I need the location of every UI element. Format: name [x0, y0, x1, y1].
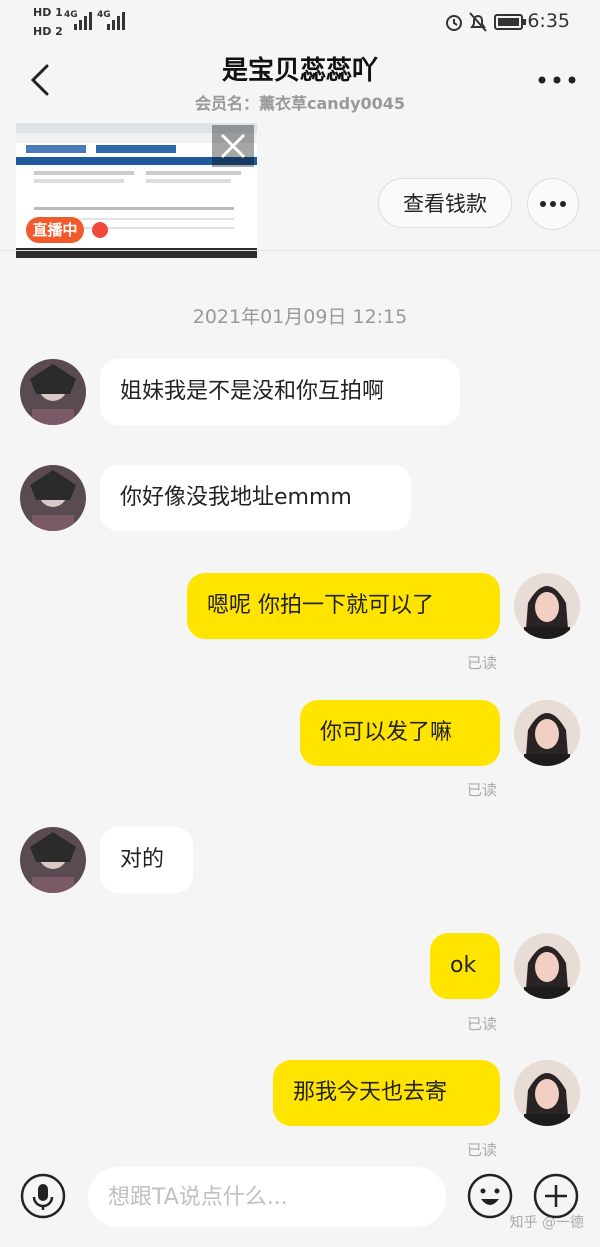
chat-header: 是宝贝蕊蕊吖 会员名：薰衣草candy0045 [0, 46, 600, 116]
watermark: 知乎 @一德 [509, 1215, 584, 1231]
close-preview-icon[interactable] [212, 125, 254, 167]
outgoing-message[interactable]: 嗯呢 你拍一下就可以了 [187, 573, 500, 639]
more-dots-icon [540, 201, 566, 207]
read-status: 已读 [467, 1015, 498, 1033]
input-bar: 知乎 @一德 [0, 1160, 600, 1247]
contact-avatar[interactable] [20, 827, 86, 893]
emoji-icon[interactable] [467, 1173, 513, 1219]
outgoing-message[interactable]: 那我今天也去寄 [273, 1060, 500, 1126]
status-time: 6:35 [527, 10, 570, 32]
divider [0, 250, 600, 251]
signal-icon [74, 12, 92, 30]
live-badge: 直播中 [26, 217, 84, 243]
status-bar: HD 1 HD 2 4G 4G 6:35 [0, 0, 600, 46]
user-avatar[interactable] [514, 700, 580, 766]
user-avatar[interactable] [514, 1060, 580, 1126]
user-avatar[interactable] [514, 573, 580, 639]
contact-avatar[interactable] [20, 465, 86, 531]
outgoing-message[interactable]: 你可以发了嘛 [300, 700, 500, 766]
outgoing-message[interactable]: ok [430, 933, 500, 999]
battery-icon [494, 14, 526, 30]
mute-bell-icon [469, 12, 487, 32]
incoming-message[interactable]: 姐妹我是不是没和你互拍啊 [100, 359, 460, 425]
sim1-label: HD 1 [33, 6, 63, 19]
view-money-button[interactable]: 查看钱款 [378, 178, 512, 228]
message-input[interactable] [88, 1167, 446, 1227]
sim2-label: HD 2 [33, 25, 63, 38]
side-more-button[interactable] [527, 178, 579, 230]
message-timestamp: 2021年01月09日 12:15 [192, 306, 408, 328]
read-status: 已读 [467, 654, 498, 672]
read-status: 已读 [467, 781, 498, 799]
voice-input-icon[interactable] [20, 1173, 66, 1219]
incoming-message[interactable]: 对的 [100, 827, 193, 893]
user-avatar[interactable] [514, 933, 580, 999]
more-options-icon[interactable] [534, 68, 580, 92]
signal-icon-2 [107, 12, 125, 30]
alarm-icon [446, 15, 462, 31]
chat-title: 是宝贝蕊蕊吖 [221, 56, 378, 86]
contact-avatar[interactable] [20, 359, 86, 425]
member-name: 会员名：薰衣草candy0045 [194, 94, 406, 113]
incoming-message[interactable]: 你好像没我地址emmm [100, 465, 411, 531]
read-status: 已读 [467, 1141, 498, 1159]
